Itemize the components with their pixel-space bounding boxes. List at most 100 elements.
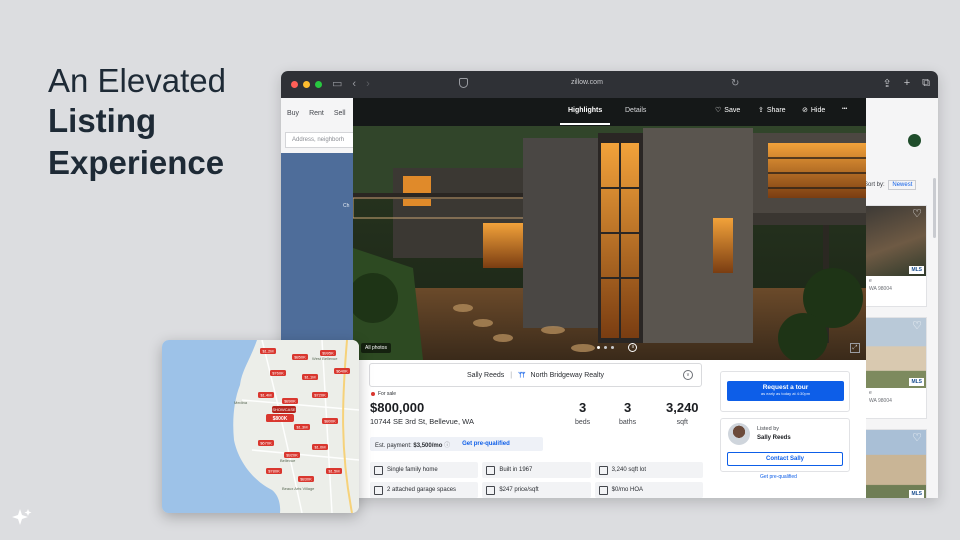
request-tour-sub: as early as today at 4:30pm xyxy=(760,391,811,396)
map-price-pin[interactable]: $890K xyxy=(282,398,298,404)
status-text: For sale xyxy=(378,391,397,397)
map-price-pin[interactable]: $780K xyxy=(266,468,282,474)
card-title: e xyxy=(869,278,872,284)
map-price-pin[interactable]: $1.3M xyxy=(294,424,310,430)
est-payment-text: Est. payment: $3,500/mo ⓘ xyxy=(375,440,450,449)
map-price-pin[interactable]: $1.4M xyxy=(258,392,274,398)
sidebar-icon[interactable]: ▭ xyxy=(332,79,342,90)
nav-buy[interactable]: Buy xyxy=(287,110,299,117)
info-icon[interactable]: ⓘ xyxy=(444,443,450,449)
heart-icon[interactable]: ♡ xyxy=(912,209,922,220)
map-price-pin[interactable]: $640K xyxy=(334,368,350,374)
map-price-pin[interactable]: $1.5M xyxy=(326,468,342,474)
share-icon[interactable]: ⇪ xyxy=(882,77,891,90)
result-card[interactable]: ♡ MLS e WA 98004 xyxy=(865,205,927,307)
map-price-pin[interactable]: $720K xyxy=(312,392,328,398)
request-tour-label: Request a tour xyxy=(762,384,809,391)
back-icon[interactable]: ‹ xyxy=(352,79,356,90)
map-inset[interactable]: $1.2M $850K $995K $760K $1.1M $640K $1.4M $890K… xyxy=(162,340,359,513)
sort-control[interactable]: Sort by: Newest xyxy=(864,180,917,190)
svg-text:$800K: $800K xyxy=(324,419,336,424)
heart-icon[interactable]: ♡ xyxy=(912,321,922,332)
baths-stat: 3 baths xyxy=(619,400,636,426)
request-tour-button[interactable]: Request a tour as early as today at 4:30… xyxy=(727,381,844,401)
fact-item: 2 attached garage spaces xyxy=(370,482,479,498)
agent-brokerage-bar[interactable]: Sally Reeds | ᛘᛘ North Bridgeway Realty … xyxy=(369,363,702,387)
svg-text:$800K: $800K xyxy=(273,416,288,422)
sidebar-prequal-link[interactable]: Get pre-qualified xyxy=(760,474,850,480)
all-photos-button[interactable]: All photos xyxy=(361,343,391,353)
browser-actions: ⇪ + ⧉ xyxy=(882,77,930,90)
fact-label: Built in 1967 xyxy=(499,467,533,473)
save-button[interactable]: ♡ Save xyxy=(715,106,741,115)
get-prequalified-link[interactable]: Get pre-qualified xyxy=(462,441,510,447)
close-window-button[interactable] xyxy=(291,81,298,88)
chevron-down-icon[interactable]: ∨ xyxy=(683,370,693,380)
browser-window: ▭ ‹ › zillow.com ↻ ⇪ + ⧉ Buy Rent Sell A… xyxy=(281,71,938,498)
svg-text:$1.3M: $1.3M xyxy=(296,425,307,430)
listed-by-panel: Listed by Sally Reeds Contact Sally xyxy=(720,418,850,472)
map-price-pin[interactable]: $1.2M xyxy=(260,348,276,354)
map-price-pin[interactable]: $1.1M xyxy=(302,374,318,380)
tab-highlights[interactable]: Highlights xyxy=(568,107,602,114)
listed-by-label: Listed by xyxy=(757,426,780,432)
pause-icon[interactable]: ॥ xyxy=(628,343,637,352)
sort-dropdown[interactable]: Newest xyxy=(888,180,917,190)
fact-label: Single family home xyxy=(387,467,438,473)
mls-badge: MLS xyxy=(909,266,924,274)
minimize-window-button[interactable] xyxy=(303,81,310,88)
contact-sidebar: Request a tour as early as today at 4:30… xyxy=(720,371,850,480)
listing-photo[interactable]: Highlights Details ♡ Save ⇪ Share ⊘ Hide ••… xyxy=(353,98,866,360)
card-address: WA 98004 xyxy=(869,286,892,292)
contact-agent-button[interactable]: Contact Sally xyxy=(727,452,843,466)
map-price-pin[interactable]: $670K xyxy=(258,440,274,446)
heart-icon[interactable]: ♡ xyxy=(912,433,922,444)
svg-text:$780K: $780K xyxy=(268,469,280,474)
share-button[interactable]: ⇪ Share xyxy=(758,106,786,115)
user-avatar[interactable] xyxy=(908,134,921,147)
new-tab-icon[interactable]: + xyxy=(904,77,910,90)
more-button[interactable]: ••• xyxy=(842,106,847,112)
location-search-input[interactable]: Address, neighborh xyxy=(285,132,355,148)
share-icon: ⇪ xyxy=(758,107,764,114)
svg-text:$1.5M: $1.5M xyxy=(328,469,339,474)
map-place-label: Beaux Arts Village xyxy=(282,486,315,491)
address-bar[interactable]: zillow.com xyxy=(571,79,603,86)
sparkle-icon xyxy=(12,509,32,525)
hide-button[interactable]: ⊘ Hide xyxy=(802,106,825,115)
tab-details[interactable]: Details xyxy=(625,107,646,114)
save-label: Save xyxy=(724,106,741,114)
fact-item: Single family home xyxy=(370,462,479,478)
map-price-pin[interactable]: $850K xyxy=(292,354,308,360)
fact-label: $247 price/sqft xyxy=(499,487,539,493)
tabs-overview-icon[interactable]: ⧉ xyxy=(922,77,930,90)
map-price-pin[interactable]: $830K xyxy=(298,476,314,482)
reload-icon[interactable]: ↻ xyxy=(731,78,739,89)
sqft-stat: 3,240 sqft xyxy=(666,400,699,426)
result-card[interactable]: ♡ MLS e WA 98004 xyxy=(865,317,927,419)
map-price-pin[interactable]: $800K xyxy=(322,418,338,424)
forward-icon[interactable]: › xyxy=(366,79,370,90)
svg-text:$670K: $670K xyxy=(260,441,272,446)
baths-value: 3 xyxy=(623,400,632,415)
result-card[interactable]: ♡ MLS xyxy=(865,429,927,498)
nav-rent[interactable]: Rent xyxy=(309,110,324,117)
heart-icon: ♡ xyxy=(715,107,722,114)
map-price-pin[interactable]: $760K xyxy=(270,370,286,376)
listing-agent-name: Sally Reeds xyxy=(757,435,791,441)
brokerage-name: North Bridgeway Realty xyxy=(530,371,605,379)
window-controls xyxy=(291,81,322,88)
divider: | xyxy=(510,371,513,379)
ruler-icon xyxy=(598,465,608,475)
shield-icon[interactable] xyxy=(459,78,468,88)
facts-grid: Single family home Built in 1967 3,240 s… xyxy=(370,462,703,498)
svg-text:SHOWCASE: SHOWCASE xyxy=(272,407,296,412)
photo-pager[interactable] xyxy=(597,346,614,349)
agent-avatar xyxy=(728,423,750,445)
headline-line-2: Listing xyxy=(48,102,157,139)
zoom-window-button[interactable] xyxy=(315,81,322,88)
results-scrollbar[interactable] xyxy=(933,178,936,238)
nav-sell[interactable]: Sell xyxy=(334,110,346,117)
map-price-pin[interactable]: $1.0M xyxy=(312,444,328,450)
expand-icon[interactable]: ⤢ xyxy=(850,343,860,353)
